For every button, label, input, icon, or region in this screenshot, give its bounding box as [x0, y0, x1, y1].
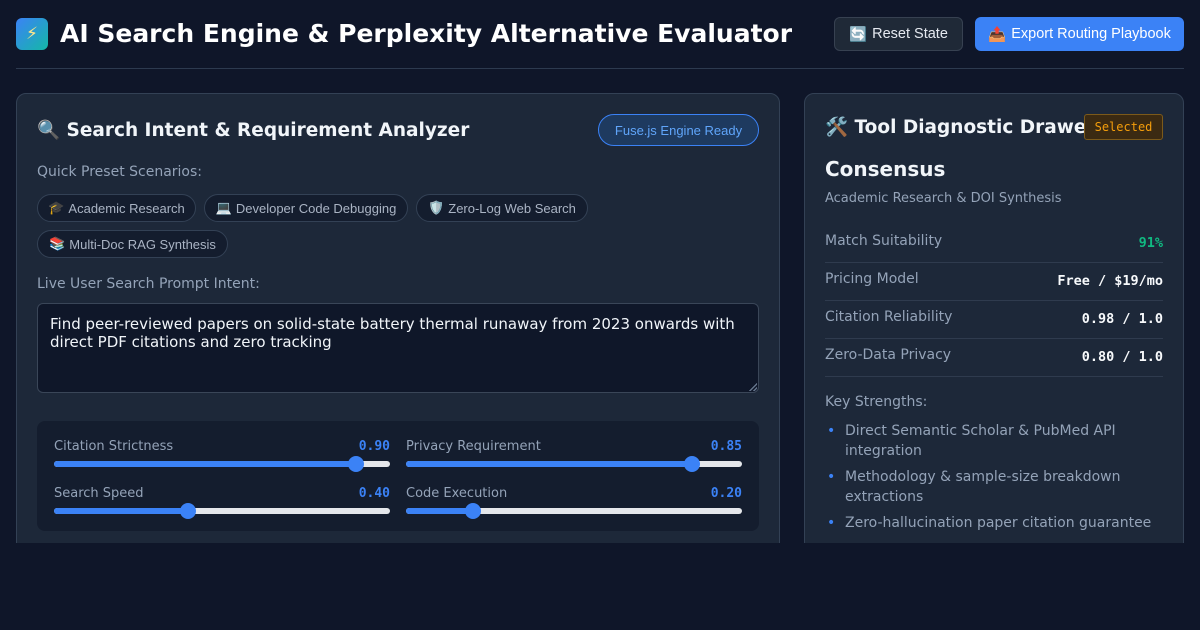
stat-label: Pricing Model: [825, 271, 919, 287]
stat-label: Match Suitability: [825, 233, 943, 249]
header-divider: [16, 68, 1184, 69]
shield-icon: 🛡️: [428, 200, 445, 215]
strength-item: • Direct Semantic Scholar & PubMed API i…: [825, 421, 1163, 461]
stat-value: 0.80 / 1.0: [1081, 349, 1163, 365]
stat-row-match-suitability: Match Suitability 91%: [825, 225, 1163, 263]
presets-label: Quick Preset Scenarios:: [37, 164, 203, 180]
strength-text: Zero-hallucination paper citation guaran…: [845, 515, 1152, 531]
books-icon: 📚: [49, 236, 66, 251]
strength-text: Methodology & sample-size breakdown extr…: [845, 469, 1121, 505]
prompt-label: Live User Search Prompt Intent:: [37, 276, 260, 292]
requirement-sliders: Citation Strictness 0.90 Privacy Require…: [37, 421, 759, 531]
stat-value: Free / $19/mo: [1057, 273, 1163, 289]
strength-item: • Zero-hallucination paper citation guar…: [825, 513, 1163, 533]
preset-developer-code-debugging[interactable]: 💻 Developer Code Debugging: [204, 194, 408, 222]
drawer-title: 🛠️ Tool Diagnostic Drawer: [825, 116, 1096, 138]
slider-label: Search Speed: [54, 486, 144, 501]
export-playbook-button[interactable]: 📤 Export Routing Playbook: [975, 17, 1184, 51]
slider-thumb[interactable]: [683, 456, 700, 472]
stat-row-citation-reliability: Citation Reliability 0.98 / 1.0: [825, 301, 1163, 339]
intent-analyzer-panel: 🔍 Search Intent & Requirement Analyzer F…: [16, 93, 780, 553]
slider-value: 0.85: [710, 439, 742, 454]
tools-icon: 🛠️: [825, 117, 849, 138]
outbox-icon: 📤: [988, 26, 1007, 43]
tool-name: Consensus: [825, 157, 946, 181]
strength-text: Direct Semantic Scholar & PubMed API int…: [845, 423, 1116, 459]
slider-value: 0.20: [710, 486, 742, 501]
slider-fill: [54, 461, 357, 467]
preset-label: Developer Code Debugging: [235, 200, 397, 216]
stat-label: Zero-Data Privacy: [825, 347, 952, 363]
export-playbook-label: Export Routing Playbook: [1011, 26, 1171, 42]
textarea-resize-handle[interactable]: [749, 383, 759, 393]
slider-fill: [54, 508, 189, 514]
bullet-icon: •: [827, 515, 836, 531]
slider-value: 0.40: [358, 486, 390, 501]
code-execution-slider[interactable]: Code Execution 0.20: [406, 486, 742, 526]
drawer-title-text: Tool Diagnostic Drawer: [854, 117, 1096, 138]
analyzer-title: 🔍 Search Intent & Requirement Analyzer: [37, 119, 469, 141]
strength-item: • Methodology & sample-size breakdown ex…: [825, 467, 1163, 507]
app-header: ⚡ AI Search Engine & Perplexity Alternat…: [16, 17, 1184, 51]
preset-label: Multi-Doc RAG Synthesis: [69, 236, 216, 252]
slider-thumb[interactable]: [180, 503, 197, 519]
tool-subtitle: Academic Research & DOI Synthesis: [825, 191, 1062, 206]
preset-academic-research[interactable]: 🎓 Academic Research: [37, 194, 196, 222]
reset-state-label: Reset State: [872, 26, 948, 42]
engine-status-badge: Fuse.js Engine Ready: [598, 114, 759, 146]
slider-fill: [406, 461, 692, 467]
privacy-requirement-slider[interactable]: Privacy Requirement 0.85: [406, 439, 742, 479]
stat-label: Citation Reliability: [825, 309, 953, 325]
app-title: AI Search Engine & Perplexity Alternativ…: [60, 19, 793, 48]
analyzer-title-text: Search Intent & Requirement Analyzer: [66, 120, 470, 141]
lightning-logo-icon: ⚡: [16, 18, 48, 50]
preset-zero-log-web-search[interactable]: 🛡️ Zero-Log Web Search: [416, 194, 588, 222]
slider-thumb[interactable]: [348, 456, 365, 472]
reset-state-button[interactable]: 🔄 Reset State: [834, 17, 963, 51]
strengths-label: Key Strengths:: [825, 394, 928, 410]
preset-label: Zero-Log Web Search: [448, 200, 576, 216]
slider-fill: [406, 508, 474, 514]
search-prompt-input[interactable]: Find peer-reviewed papers on solid-state…: [37, 303, 759, 393]
slider-label: Privacy Requirement: [406, 439, 541, 454]
preset-label: Academic Research: [68, 200, 185, 216]
slider-track[interactable]: [406, 456, 742, 472]
bullet-icon: •: [827, 423, 836, 439]
graduation-cap-icon: 🎓: [48, 200, 65, 215]
citation-strictness-slider[interactable]: Citation Strictness 0.90: [54, 439, 390, 479]
slider-label: Citation Strictness: [54, 439, 174, 454]
selected-badge: Selected: [1084, 114, 1163, 140]
stat-row-pricing-model: Pricing Model Free / $19/mo: [825, 263, 1163, 301]
refresh-icon: 🔄: [849, 26, 868, 43]
stat-row-zero-data-privacy: Zero-Data Privacy 0.80 / 1.0: [825, 339, 1163, 377]
search-speed-slider[interactable]: Search Speed 0.40: [54, 486, 390, 526]
slider-track[interactable]: [406, 503, 742, 519]
preset-multi-doc-rag-synthesis[interactable]: 📚 Multi-Doc RAG Synthesis: [37, 230, 228, 258]
slider-track[interactable]: [54, 503, 390, 519]
laptop-icon: 💻: [215, 200, 232, 215]
slider-label: Code Execution: [406, 486, 508, 501]
stat-value: 0.98 / 1.0: [1081, 311, 1163, 327]
slider-track[interactable]: [54, 456, 390, 472]
viewport-cutoff: [0, 543, 1200, 630]
slider-thumb[interactable]: [465, 503, 482, 519]
slider-value: 0.90: [358, 439, 390, 454]
tool-diagnostic-drawer: 🛠️ Tool Diagnostic Drawer Selected Conse…: [804, 93, 1184, 553]
bullet-icon: •: [827, 469, 836, 485]
magnifier-icon: 🔍: [37, 120, 61, 141]
stat-value: 91%: [1138, 235, 1163, 251]
